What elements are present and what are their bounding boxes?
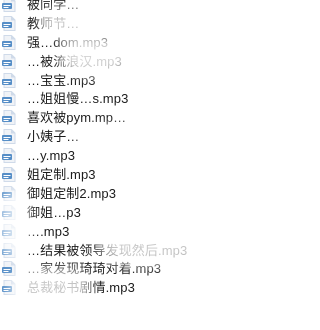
file-row[interactable]: …被流浪汉.mp3	[0, 52, 318, 71]
file-name: …被流浪汉.mp3	[27, 53, 122, 69]
audio-file-icon	[2, 53, 17, 69]
file-name: …y.mp3	[27, 148, 76, 164]
audio-file-icon	[2, 129, 17, 145]
file-name: 姐定制.mp3	[27, 167, 96, 183]
file-row[interactable]: 强…dom.mp3	[0, 33, 318, 52]
file-name: 被同学…	[27, 0, 80, 12]
audio-file-icon	[2, 15, 17, 31]
file-name: …宝宝.mp3	[27, 72, 96, 88]
audio-file-icon	[2, 34, 17, 50]
audio-file-icon	[2, 167, 17, 183]
file-name: 教师节…	[27, 15, 80, 31]
file-row[interactable]: ….mp3	[0, 222, 318, 241]
file-row[interactable]: …y.mp3	[0, 146, 318, 165]
file-row[interactable]: 御姐定制2.mp3	[0, 184, 318, 203]
audio-file-icon	[2, 261, 17, 277]
file-row[interactable]: 总裁秘书剧情.mp3	[0, 278, 318, 297]
file-name: …结果被领导发现然后.mp3	[27, 242, 188, 258]
file-name: 御姐…p3	[27, 204, 81, 220]
file-list: 被同学… 教师节… 强…dom.mp3 …被流浪汉.mp3 …宝宝.mp3 …姐…	[0, 0, 318, 297]
file-name: 喜欢被pym.mp…	[27, 110, 127, 126]
file-row[interactable]: 被同学…	[0, 0, 318, 14]
file-row[interactable]: 小姨子…	[0, 127, 318, 146]
audio-file-icon	[2, 223, 17, 239]
file-name: …姐姐慢…s.mp3	[27, 91, 129, 107]
audio-file-icon	[2, 280, 17, 296]
audio-file-icon	[2, 242, 17, 258]
audio-file-icon	[2, 204, 17, 220]
file-row[interactable]: 喜欢被pym.mp…	[0, 108, 318, 127]
audio-file-icon	[2, 72, 17, 88]
file-row[interactable]: …家发现琦琦对着.mp3	[0, 259, 318, 278]
audio-file-icon	[2, 0, 17, 12]
file-row[interactable]: 教师节…	[0, 14, 318, 33]
file-name: …家发现琦琦对着.mp3	[27, 261, 162, 277]
audio-file-icon	[2, 148, 17, 164]
file-row[interactable]: …宝宝.mp3	[0, 71, 318, 90]
file-name: 御姐定制2.mp3	[27, 185, 117, 201]
file-name: ….mp3	[27, 223, 70, 239]
file-name: 总裁秘书剧情.mp3	[27, 280, 135, 296]
file-row[interactable]: 御姐…p3	[0, 203, 318, 222]
audio-file-icon	[2, 185, 17, 201]
audio-file-icon	[2, 91, 17, 107]
file-row[interactable]: …姐姐慢…s.mp3	[0, 89, 318, 108]
file-name: 小姨子…	[27, 129, 80, 145]
audio-file-icon	[2, 110, 17, 126]
file-name: 强…dom.mp3	[27, 34, 109, 50]
file-row[interactable]: …结果被领导发现然后.mp3	[0, 241, 318, 260]
file-row[interactable]: 姐定制.mp3	[0, 165, 318, 184]
